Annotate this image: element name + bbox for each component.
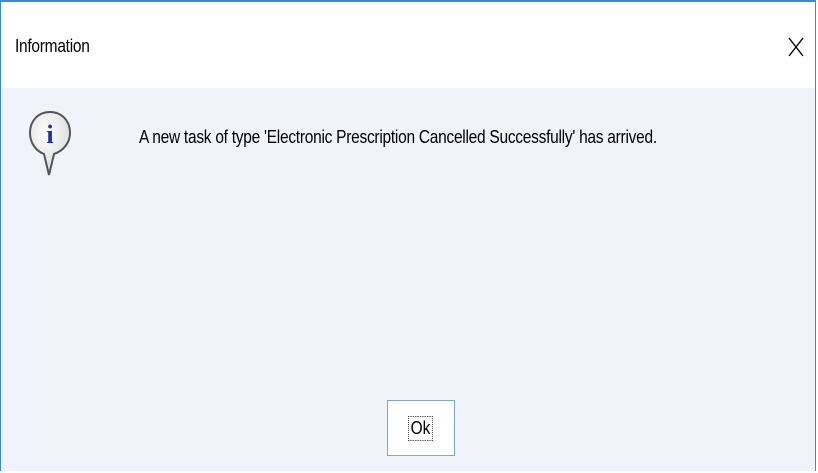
dialog-message: A new task of type 'Electronic Prescript… xyxy=(139,127,657,147)
ok-button[interactable]: Ok xyxy=(387,400,455,456)
information-dialog: Information i A new task of type 'Electr… xyxy=(0,0,816,471)
close-icon xyxy=(788,37,804,57)
dialog-body: i A new task of type 'Electronic Prescri… xyxy=(1,88,815,471)
svg-text:i: i xyxy=(46,120,53,149)
info-icon: i xyxy=(28,110,72,176)
dialog-titlebar: Information xyxy=(1,2,815,88)
dialog-title: Information xyxy=(15,36,90,56)
close-button[interactable] xyxy=(781,32,811,62)
ok-button-label: Ok xyxy=(408,415,434,441)
